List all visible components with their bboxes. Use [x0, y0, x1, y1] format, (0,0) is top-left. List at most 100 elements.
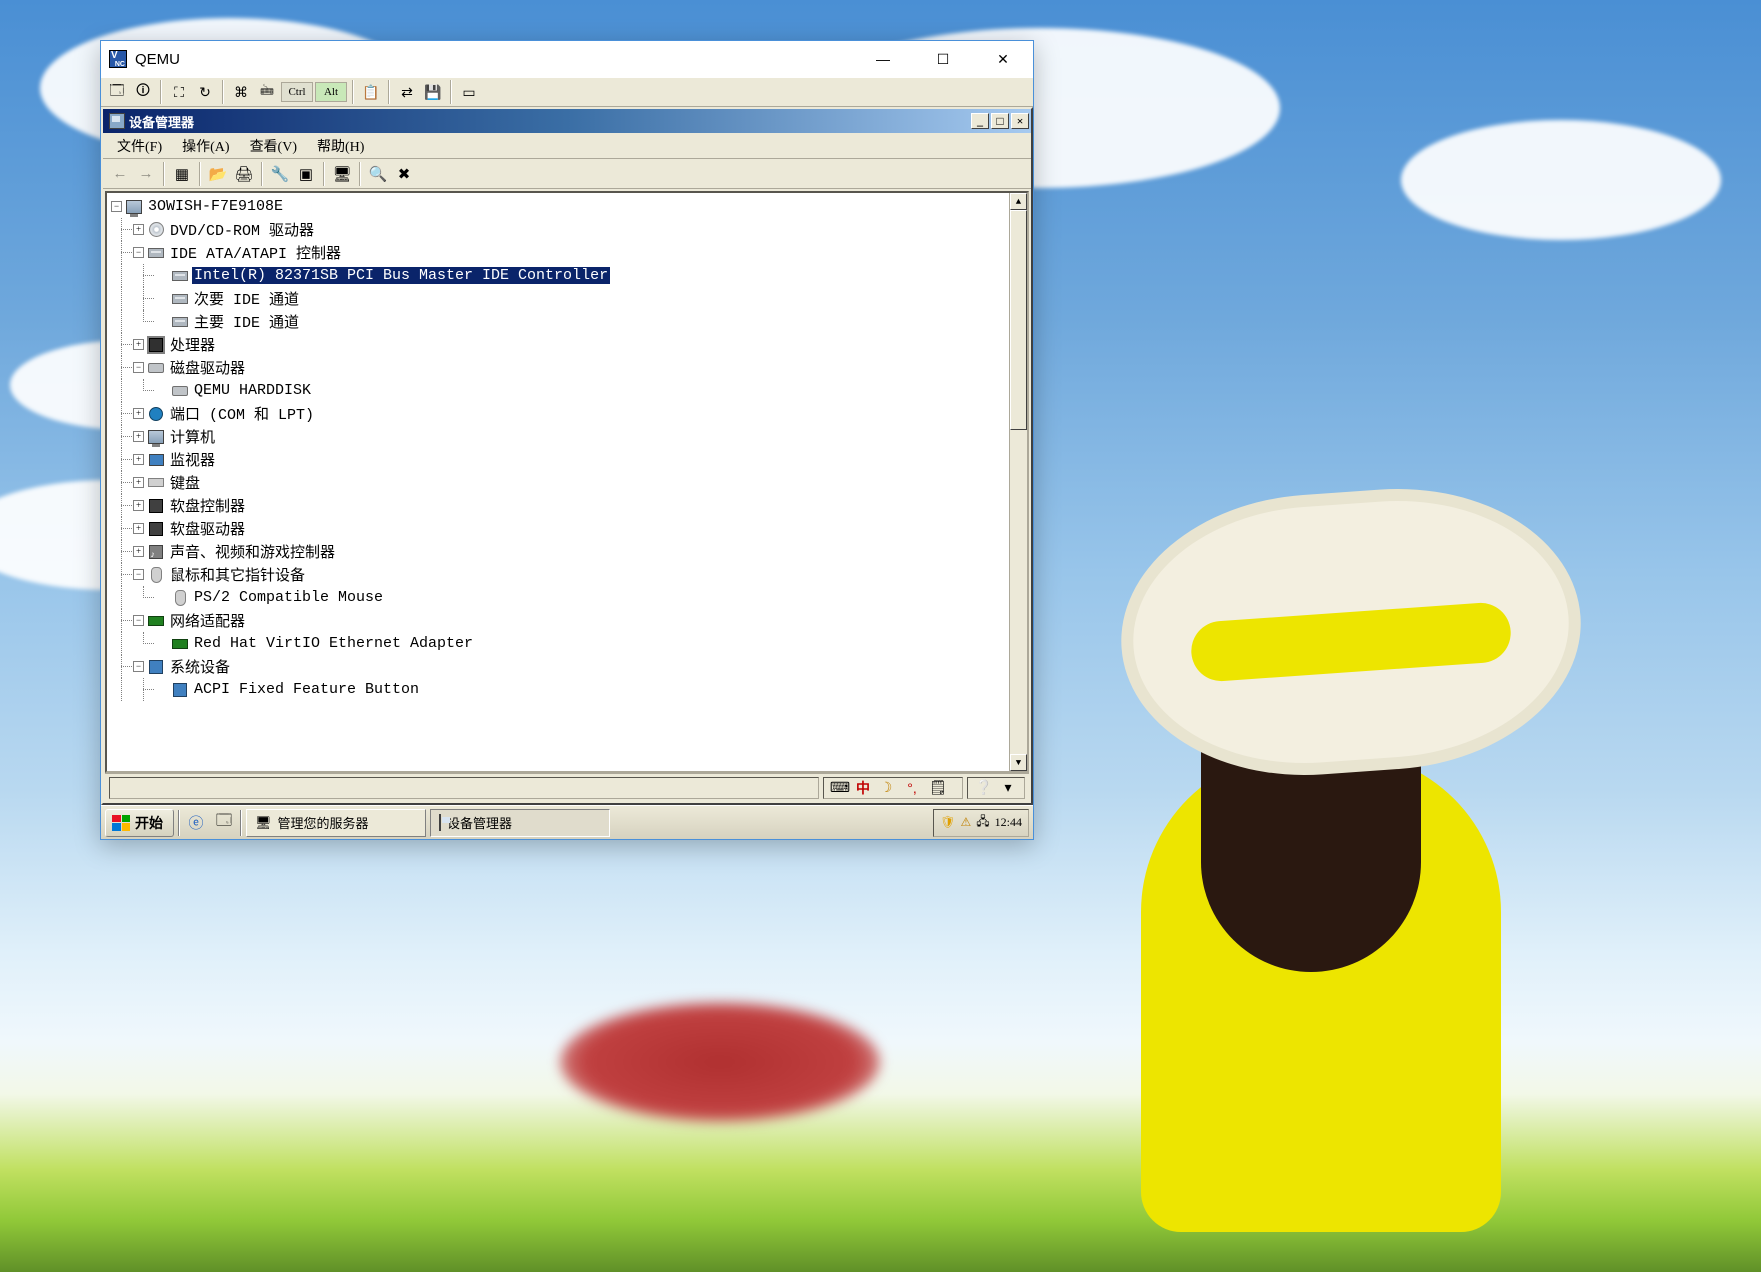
refresh-icon[interactable]: ↻ — [193, 80, 217, 104]
tree-root[interactable]: − 3OWISH-F7E9108E — [111, 195, 1009, 218]
quicklaunch-desktop-icon[interactable]: 🗔 — [212, 811, 236, 835]
close-button[interactable]: ✕ — [973, 41, 1033, 77]
device-manager-titlebar[interactable]: 设备管理器 _ □ × — [103, 109, 1031, 133]
ctrl-key-toggle[interactable]: Ctrl — [281, 82, 313, 102]
collapse-icon[interactable]: − — [133, 569, 144, 580]
tree-node-ide-intel[interactable]: Intel(R) 82371SB PCI Bus Master IDE Cont… — [111, 264, 1009, 287]
system-tray[interactable]: 🛡 ⚠ 🖧 12:44 — [933, 809, 1029, 837]
scroll-thumb[interactable] — [1010, 210, 1027, 430]
dropdown-icon[interactable]: ▾ — [998, 778, 1018, 798]
show-hide-tree-icon[interactable]: ▦ — [169, 161, 195, 187]
tree-node-keyboard[interactable]: + 键盘 — [111, 471, 1009, 494]
menu-view[interactable]: 查看(V) — [242, 133, 305, 159]
tree-node-sound[interactable]: + 声音、视频和游戏控制器 — [111, 540, 1009, 563]
tree-node-monitor[interactable]: + 监视器 — [111, 448, 1009, 471]
scroll-down-icon[interactable]: ▼ — [1010, 754, 1027, 771]
disk-icon — [147, 360, 165, 376]
expand-icon[interactable]: + — [133, 454, 144, 465]
tray-shield-icon[interactable]: 🛡 — [940, 815, 955, 830]
vertical-scrollbar[interactable]: ▲ ▼ — [1009, 193, 1027, 771]
properties-icon[interactable]: 📂 — [205, 161, 231, 187]
tree-node-diskdrives[interactable]: − 磁盘驱动器 — [111, 356, 1009, 379]
cpu-icon — [147, 337, 165, 353]
alt-key-toggle[interactable]: Alt — [315, 82, 347, 102]
tree-node-qemu-harddisk[interactable]: QEMU HARDDISK — [111, 379, 1009, 402]
taskbar-item-device-manager[interactable]: 设备管理器 — [430, 809, 610, 837]
dm-statusbar: ⌨ 中 ☽ °, 🗒 ❔ ▾ — [105, 773, 1029, 801]
menu-help[interactable]: 帮助(H) — [309, 133, 372, 159]
tray-clock[interactable]: 12:44 — [995, 815, 1022, 830]
tree-node-ps2-mouse[interactable]: PS/2 Compatible Mouse — [111, 586, 1009, 609]
ime-punct-icon[interactable]: °, — [902, 778, 922, 798]
expand-icon[interactable]: + — [133, 224, 144, 235]
cloud-decoration — [1401, 120, 1721, 240]
tree-node-system[interactable]: − 系统设备 — [111, 655, 1009, 678]
ctrl-alt-del-icon[interactable]: ⌘ — [229, 80, 253, 104]
copy-icon[interactable]: 📋 — [359, 80, 383, 104]
guest-screen[interactable]: 设备管理器 _ □ × 文件(F) 操作(A) 查看(V) 帮助(H) ← → — [101, 107, 1033, 839]
tree-node-computer[interactable]: + 计算机 — [111, 425, 1009, 448]
help-icon[interactable]: ❔ — [974, 778, 994, 798]
transfer-icon[interactable]: ⇄ — [395, 80, 419, 104]
device-manager-title: 设备管理器 — [129, 112, 194, 131]
save-icon[interactable]: 💾 — [421, 80, 445, 104]
expand-icon[interactable]: + — [133, 408, 144, 419]
tree-node-acpi-button[interactable]: ACPI Fixed Feature Button — [111, 678, 1009, 701]
collapse-icon[interactable]: − — [133, 661, 144, 672]
tree-node-ide-secondary[interactable]: 次要 IDE 通道 — [111, 287, 1009, 310]
tree-node-ide-primary[interactable]: 主要 IDE 通道 — [111, 310, 1009, 333]
taskbar-item-manage-server[interactable]: 🖥 管理您的服务器 — [246, 809, 426, 837]
tree-node-cpu[interactable]: + 处理器 — [111, 333, 1009, 356]
collapse-icon[interactable]: − — [133, 247, 144, 258]
cancel-icon[interactable]: ✖ — [391, 161, 417, 187]
quicklaunch-ie-icon[interactable]: ⓔ — [184, 811, 208, 835]
collapse-icon[interactable]: − — [111, 201, 122, 212]
uninstall-icon[interactable]: 🖥 — [329, 161, 355, 187]
new-connection-icon[interactable]: 🗔 — [105, 80, 129, 104]
tree-node-ide[interactable]: − IDE ATA/ATAPI 控制器 — [111, 241, 1009, 264]
expand-icon[interactable]: + — [133, 431, 144, 442]
collapse-icon[interactable]: − — [133, 362, 144, 373]
tree-node-fdd[interactable]: + 软盘驱动器 — [111, 517, 1009, 540]
expand-icon[interactable]: + — [133, 477, 144, 488]
tray-warning-icon[interactable]: ⚠ — [961, 815, 972, 830]
tree-node-fdc[interactable]: + 软盘控制器 — [111, 494, 1009, 517]
menu-action[interactable]: 操作(A) — [174, 133, 237, 159]
expand-icon[interactable]: + — [133, 500, 144, 511]
tree-node-dvd[interactable]: + DVD/CD-ROM 驱动器 — [111, 218, 1009, 241]
connection-info-icon[interactable]: 🛈 — [131, 80, 155, 104]
tree-node-ports[interactable]: + 端口 (COM 和 LPT) — [111, 402, 1009, 425]
scan-hardware-icon[interactable]: 🔍 — [365, 161, 391, 187]
computer-icon — [147, 429, 165, 445]
mouse-icon — [147, 567, 165, 583]
ime-shape-icon[interactable]: ☽ — [876, 778, 896, 798]
dm-close-button[interactable]: × — [1011, 113, 1029, 129]
maximize-button[interactable]: ☐ — [913, 41, 973, 77]
floppy-icon — [147, 521, 165, 537]
ime-help[interactable]: ❔ ▾ — [967, 777, 1025, 799]
dm-maximize-button[interactable]: □ — [991, 113, 1009, 129]
expand-icon[interactable]: + — [133, 339, 144, 350]
dm-minimize-button[interactable]: _ — [971, 113, 989, 129]
expand-icon[interactable]: + — [133, 523, 144, 534]
vnc-titlebar[interactable]: QEMU — ☐ ✕ — [101, 41, 1033, 77]
scroll-up-icon[interactable]: ▲ — [1010, 193, 1027, 210]
floppy-icon — [147, 498, 165, 514]
menu-file[interactable]: 文件(F) — [109, 133, 170, 159]
disable-icon[interactable]: ▣ — [293, 161, 319, 187]
send-keys-icon[interactable]: 🖮 — [255, 80, 279, 104]
expand-icon[interactable]: + — [133, 546, 144, 557]
scale-icon[interactable]: ▭ — [457, 80, 481, 104]
tree-node-network[interactable]: − 网络适配器 — [111, 609, 1009, 632]
tree-node-mouse[interactable]: − 鼠标和其它指针设备 — [111, 563, 1009, 586]
minimize-button[interactable]: — — [853, 41, 913, 77]
fullscreen-icon[interactable]: ⛶ — [167, 80, 191, 104]
ime-softkbd-icon[interactable]: 🗒 — [928, 778, 948, 798]
start-button[interactable]: 开始 — [105, 809, 174, 837]
ime-status[interactable]: ⌨ 中 ☽ °, 🗒 — [823, 777, 963, 799]
tree-node-virtio-nic[interactable]: Red Hat VirtIO Ethernet Adapter — [111, 632, 1009, 655]
collapse-icon[interactable]: − — [133, 615, 144, 626]
print-icon[interactable]: 🖨 — [231, 161, 257, 187]
update-driver-icon[interactable]: 🔧 — [267, 161, 293, 187]
tray-network-icon[interactable]: 🖧 — [976, 812, 989, 833]
